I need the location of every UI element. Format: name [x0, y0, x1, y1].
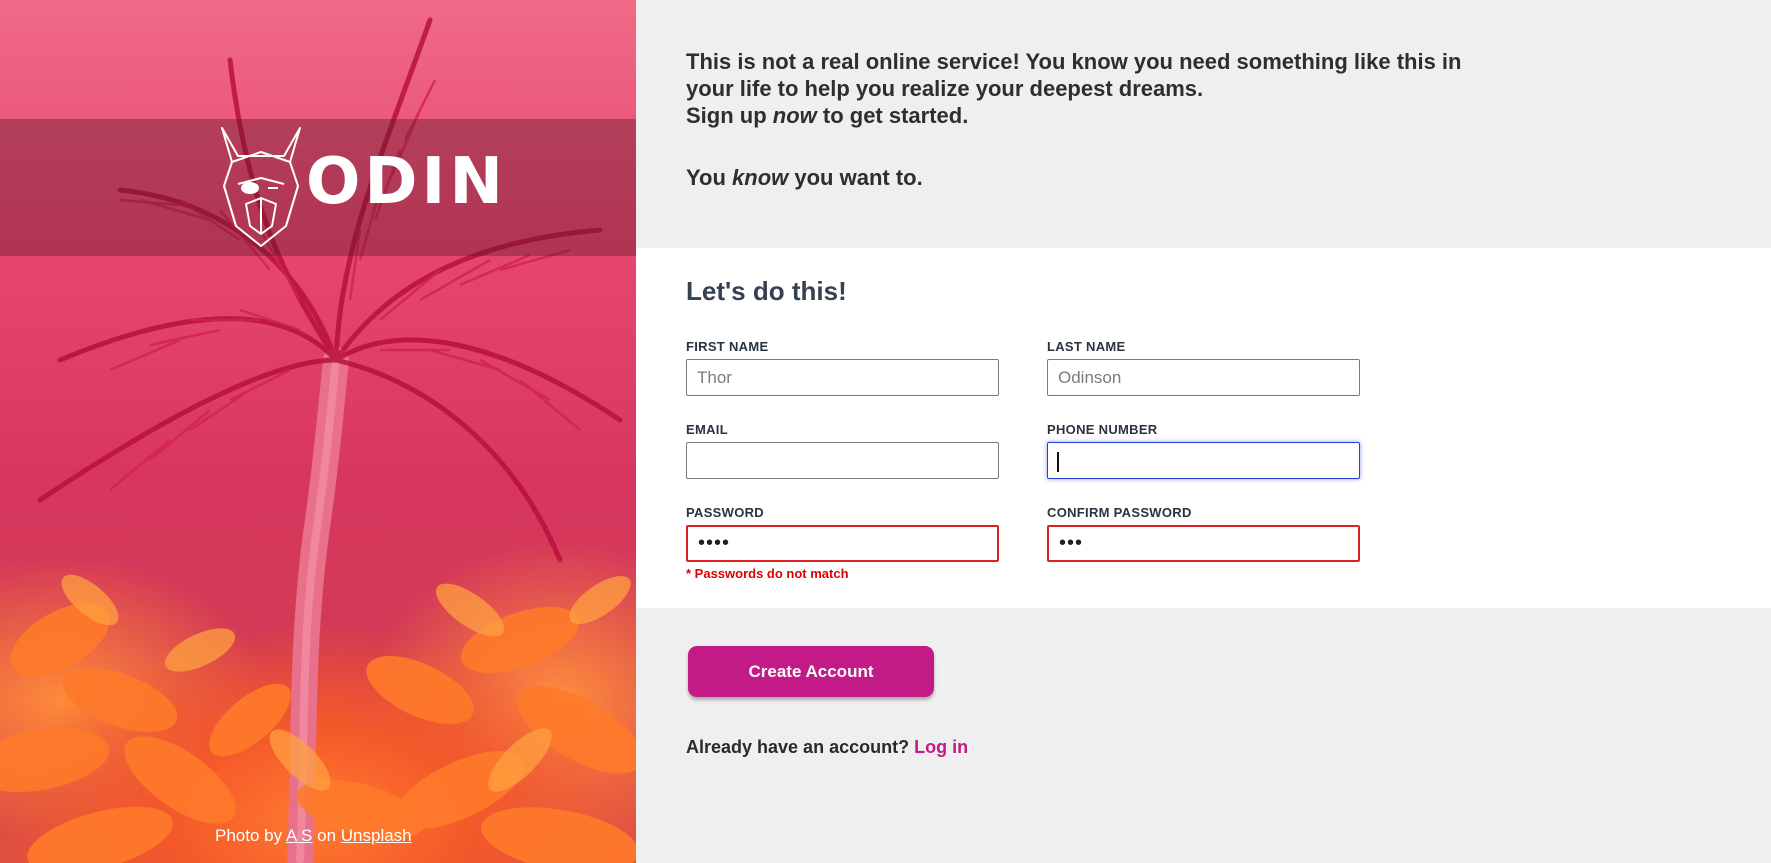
intro-text: This is not a real online service! You k… [686, 48, 1506, 191]
brand-wordmark: ODIN [306, 145, 507, 219]
signup-page: ODIN Photo by A S on Unsplash This is no… [0, 0, 1771, 863]
credit-prefix: Photo by [215, 826, 283, 845]
confirm-password-input[interactable] [1047, 525, 1360, 562]
hero-panel: ODIN Photo by A S on Unsplash [0, 0, 636, 863]
phone-input[interactable] [1047, 442, 1360, 479]
intro-line-1: This is not a real online service! You k… [686, 49, 1462, 101]
credit-author-link[interactable]: A S [286, 826, 312, 845]
last-name-label: Last Name [1047, 339, 1126, 354]
text-caret [1057, 452, 1059, 472]
credit-site-link[interactable]: Unsplash [341, 826, 412, 845]
password-group: Password * Passwords do not match [686, 505, 999, 581]
last-name-group: Last Name [1047, 339, 1360, 396]
create-account-button[interactable]: Create Account [688, 646, 934, 697]
email-label: Email [686, 422, 728, 437]
confirm-password-label: Confirm Password [1047, 505, 1192, 520]
login-link[interactable]: Log in [914, 737, 968, 757]
password-error-message: * Passwords do not match [686, 566, 849, 581]
credit-middle: on [317, 826, 337, 845]
viking-helmet-icon [221, 127, 301, 247]
password-label: Password [686, 505, 764, 520]
phone-group: Phone Number [1047, 422, 1360, 479]
first-name-group: First Name [686, 339, 999, 396]
first-name-input[interactable] [686, 359, 999, 396]
email-input[interactable] [686, 442, 999, 479]
signup-form: Let's do this! First Name Last Name Emai… [636, 248, 1771, 608]
login-prompt-text: Already have an account? [686, 737, 910, 757]
form-title: Let's do this! [686, 276, 847, 306]
confirm-password-group: Confirm Password [1047, 505, 1360, 562]
intro-line-3: You know you want to. [686, 165, 923, 190]
signup-content: This is not a real online service! You k… [636, 0, 1771, 863]
phone-label: Phone Number [1047, 422, 1158, 437]
login-prompt: Already have an account? Log in [686, 737, 968, 758]
intro-line-2: Sign up now to get started. [686, 103, 969, 128]
first-name-label: First Name [686, 339, 769, 354]
password-input[interactable] [686, 525, 999, 562]
email-group: Email [686, 422, 999, 479]
photo-credit: Photo by A S on Unsplash [215, 826, 412, 846]
last-name-input[interactable] [1047, 359, 1360, 396]
